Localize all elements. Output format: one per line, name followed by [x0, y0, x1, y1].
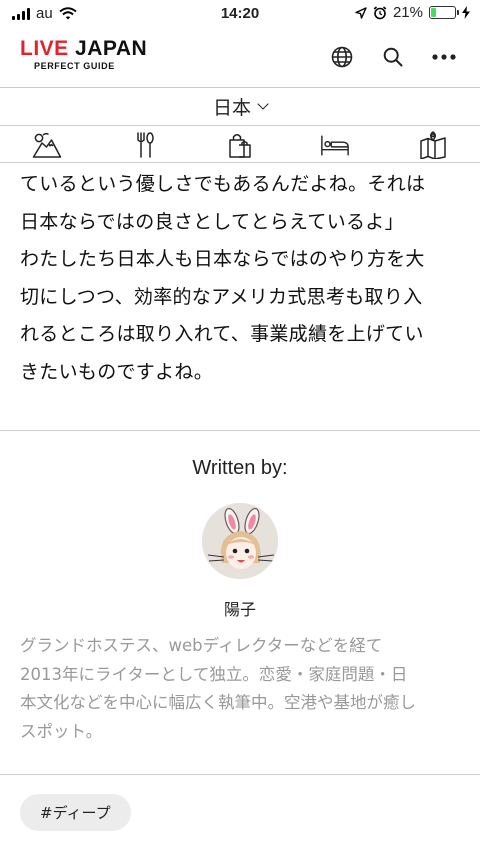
battery-level	[431, 8, 436, 17]
article-line: れるところは取り入れて、事業成績を上げてい	[20, 323, 424, 345]
shopping-icon[interactable]	[225, 130, 255, 160]
bio-line: 本文化などを中心に幅広く執筆中。空港や基地が癒し	[20, 693, 416, 712]
more-icon[interactable]	[429, 42, 459, 72]
sightseeing-icon[interactable]	[32, 130, 62, 160]
map-icon[interactable]	[418, 130, 448, 160]
article-line: ているという優しさでもあるんだよね。それは	[20, 173, 426, 195]
status-right: 21%	[355, 4, 470, 21]
battery-percent: 21%	[392, 4, 423, 21]
chevron-down-icon	[257, 98, 269, 110]
logo-japan: JAPAN	[75, 37, 148, 60]
region-label: 日本	[212, 97, 251, 119]
article-line: わたしたち日本人も日本ならではのやり方を大	[20, 248, 425, 270]
article-body: ているという優しさでもあるんだよね。それは 日本ならではの良さとしてとらえている…	[20, 166, 470, 391]
charging-icon	[462, 6, 470, 19]
avatar[interactable]	[202, 503, 278, 579]
alarm-icon	[373, 5, 387, 19]
live-japan-logo[interactable]: LIVE JAPAN PERFECT GUIDE	[20, 38, 147, 72]
battery-icon	[429, 6, 459, 19]
author-name[interactable]: 陽子	[0, 596, 480, 620]
logo-live: LIVE	[20, 37, 69, 60]
tag-chip[interactable]: #ディープ	[20, 794, 131, 831]
author-avatar-illustration	[202, 503, 278, 579]
bio-line: グランドホステス、webディレクターなどを経て	[20, 636, 383, 655]
search-icon[interactable]	[378, 42, 408, 72]
article-line: 切にしつつ、効率的なアメリカ式思考も取り入	[20, 285, 423, 308]
section-divider	[0, 430, 480, 431]
article-line: 日本ならではの良さとしてとらえているよ」	[20, 210, 404, 233]
author-bio: グランドホステス、webディレクターなどを経て 2013年にライターとして独立。…	[20, 632, 465, 746]
region-selector[interactable]: 日本	[0, 88, 480, 126]
section-divider	[0, 774, 480, 775]
bio-line: スポット。	[20, 721, 103, 741]
dining-icon[interactable]	[130, 130, 160, 160]
app-header: LIVE JAPAN PERFECT GUIDE	[0, 28, 480, 88]
globe-icon[interactable]	[327, 42, 357, 72]
logo-subtitle: PERFECT GUIDE	[34, 61, 115, 71]
status-bar: au 14:20 21%	[0, 0, 480, 28]
location-arrow-icon	[355, 6, 367, 19]
category-nav	[0, 127, 480, 163]
article-line: きたいものですよね。	[20, 360, 214, 383]
written-by-heading: Written by:	[192, 457, 288, 479]
logo-wordmark: LIVE JAPAN	[20, 38, 147, 60]
bio-line: 2013年にライターとして独立。恋愛・家庭問題・日	[20, 664, 408, 684]
hotel-icon[interactable]	[320, 130, 350, 160]
